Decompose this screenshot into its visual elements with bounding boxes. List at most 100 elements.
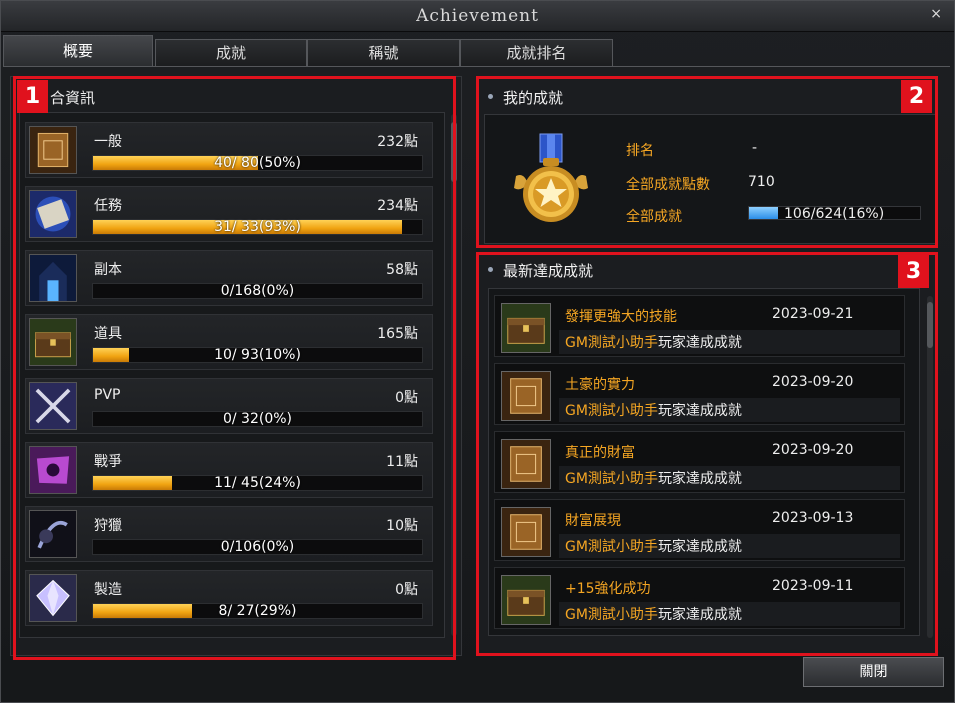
recent-message: 玩家達成成就 (657, 607, 742, 623)
category-progress-bar: 0/168(0%) (92, 283, 423, 299)
category-progress-bar: 8/ 27(29%) (92, 603, 423, 619)
recent-achievement-detail: GM測試小助手玩家達成成就 (559, 330, 900, 354)
recent-achievement-detail: GM測試小助手玩家達成成就 (559, 602, 900, 626)
category-row[interactable]: 製造 0點 8/ 27(29%) (25, 570, 433, 626)
category-name: 戰爭 (94, 454, 122, 470)
recent-achievement-date: 2023-09-21 (772, 306, 854, 322)
category-progress-text: 11/ 45(24%) (214, 475, 301, 491)
tab-overview[interactable]: 概要 (3, 35, 153, 67)
left-scroll-thumb[interactable] (451, 122, 457, 182)
recent-achievement-date: 2023-09-20 (772, 442, 854, 458)
category-progress-text: 10/ 93(10%) (214, 347, 301, 363)
total-achievements-fill (749, 207, 779, 219)
scroll-icon (29, 190, 77, 238)
window-title: Achievement (416, 6, 539, 26)
close-icon[interactable]: × (930, 6, 942, 22)
recent-achievement-name: 財富展現 (565, 513, 621, 529)
recent-player-name: GM測試小助手 (565, 607, 658, 623)
category-name: 一般 (94, 134, 122, 150)
recent-row[interactable]: 發揮更強大的技能 2023-09-21 GM測試小助手玩家達成成就 (494, 295, 905, 357)
chest-icon (501, 575, 551, 625)
category-row[interactable]: 任務 234點 31/ 33(93%) (25, 186, 433, 242)
category-progress-bar: 11/ 45(24%) (92, 475, 423, 491)
bullet-icon (488, 267, 493, 272)
category-progress-text: 40/ 80(50%) (214, 155, 301, 171)
book-icon (501, 371, 551, 421)
total-achievements-value: 106/624(16%) (784, 206, 885, 222)
tab-titles[interactable]: 稱號 (307, 39, 460, 67)
total-points-value: 710 (748, 174, 775, 190)
crystal-icon (29, 574, 77, 622)
category-progress-text: 8/ 27(29%) (218, 603, 297, 619)
recent-achievement-date: 2023-09-11 (772, 578, 854, 594)
category-name: 狩獵 (94, 518, 122, 534)
recent-achievement-name: 發揮更強大的技能 (565, 309, 677, 325)
recent-player-name: GM測試小助手 (565, 539, 658, 555)
category-row[interactable]: 副本 58點 0/168(0%) (25, 250, 433, 306)
recent-row[interactable]: 土豪的實力 2023-09-20 GM測試小助手玩家達成成就 (494, 363, 905, 425)
recent-player-line: GM測試小助手玩家達成成就 (565, 332, 742, 352)
recent-player-line: GM測試小助手玩家達成成就 (565, 604, 742, 624)
total-points-label: 全部成就點數 (626, 177, 710, 193)
chest-icon (501, 303, 551, 353)
recent-message: 玩家達成成就 (657, 539, 742, 555)
annotation-label-1: 1 (17, 80, 48, 113)
recent-achievement-date: 2023-09-13 (772, 510, 854, 526)
category-progress-text: 31/ 33(93%) (214, 219, 301, 235)
category-row[interactable]: 道具 165點 10/ 93(10%) (25, 314, 433, 370)
recent-achievement-name: +15強化成功 (565, 581, 651, 597)
my-achievement-title-text: 我的成就 (503, 89, 564, 107)
category-row[interactable]: 狩獵 10點 0/106(0%) (25, 506, 433, 562)
category-points: 58點 (386, 262, 418, 278)
recent-row[interactable]: +15強化成功 2023-09-11 GM測試小助手玩家達成成就 (494, 567, 905, 629)
category-progress-bar: 31/ 33(93%) (92, 219, 423, 235)
recent-row[interactable]: 真正的財富 2023-09-20 GM測試小助手玩家達成成就 (494, 431, 905, 493)
category-row[interactable]: 一般 232點 40/ 80(50%) (25, 122, 433, 178)
summary-title: 合資訊 (50, 89, 96, 107)
recent-achievement-date: 2023-09-20 (772, 374, 854, 390)
tab-divider (3, 66, 950, 67)
my-achievement-title: 我的成就 (488, 87, 563, 108)
category-progress-text: 0/ 32(0%) (222, 411, 293, 427)
category-points: 10點 (386, 518, 418, 534)
hunt-icon (29, 510, 77, 558)
recent-achievement-name: 真正的財富 (565, 445, 635, 461)
category-row[interactable]: PVP 0點 0/ 32(0%) (25, 378, 433, 434)
right-scroll-thumb[interactable] (927, 302, 933, 348)
right-scrollbar[interactable] (927, 296, 933, 638)
category-name: 製造 (94, 582, 122, 598)
recent-player-name: GM測試小助手 (565, 403, 658, 419)
bullet-icon (488, 94, 493, 99)
chest-icon (29, 318, 77, 366)
close-button[interactable]: 關閉 (803, 657, 944, 687)
recent-player-name: GM測試小助手 (565, 471, 658, 487)
recent-message: 玩家達成成就 (657, 403, 742, 419)
recent-title: 最新達成成就 (488, 260, 593, 281)
annotation-label-3: 3 (898, 255, 929, 288)
category-name: 任務 (94, 198, 122, 214)
recent-message: 玩家達成成就 (657, 471, 742, 487)
recent-player-line: GM測試小助手玩家達成成就 (565, 400, 742, 420)
crossed-swords-icon (29, 382, 77, 430)
left-scrollbar[interactable] (451, 114, 457, 636)
book-icon (501, 507, 551, 557)
rank-label: 排名 (626, 143, 654, 159)
medal-icon (514, 133, 588, 222)
annotation-label-2: 2 (901, 80, 932, 113)
title-bar[interactable]: Achievement × (1, 1, 954, 32)
recent-player-line: GM測試小助手玩家達成成就 (565, 468, 742, 488)
category-points: 234點 (377, 198, 418, 214)
tab-achievements[interactable]: 成就 (155, 39, 307, 67)
dungeon-icon (29, 254, 77, 302)
recent-achievement-detail: GM測試小助手玩家達成成就 (559, 466, 900, 490)
category-row[interactable]: 戰爭 11點 11/ 45(24%) (25, 442, 433, 498)
recent-player-line: GM測試小助手玩家達成成就 (565, 536, 742, 556)
tab-ranking[interactable]: 成就排名 (460, 39, 613, 67)
recent-achievement-detail: GM測試小助手玩家達成成就 (559, 534, 900, 558)
category-points: 165點 (377, 326, 418, 342)
recent-row[interactable]: 財富展現 2023-09-13 GM測試小助手玩家達成成就 (494, 499, 905, 561)
book-icon (501, 439, 551, 489)
category-progress-text: 0/106(0%) (220, 539, 295, 555)
recent-achievement-name: 土豪的實力 (565, 377, 635, 393)
category-name: 副本 (94, 262, 122, 278)
